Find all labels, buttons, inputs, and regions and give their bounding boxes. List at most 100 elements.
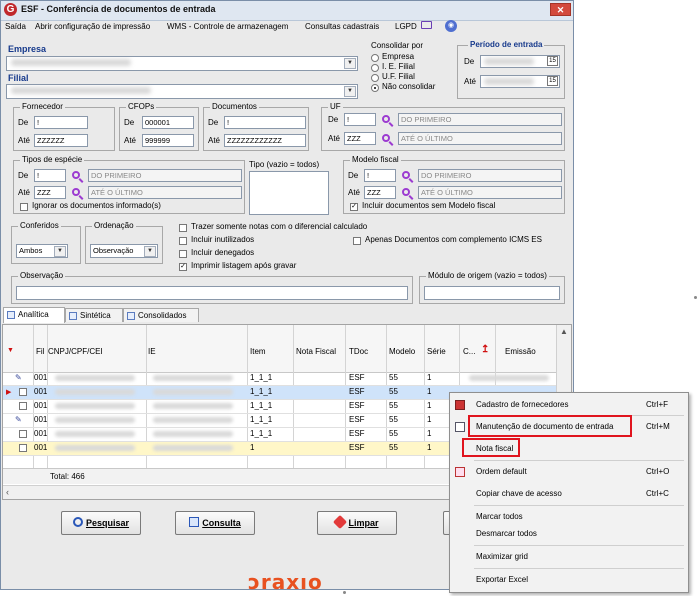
uf-de-label: De [328,115,339,124]
calendar-icon[interactable]: 15 [547,76,558,86]
col-cnpj[interactable]: CNPJ/CPF/CEI [48,347,103,356]
menu-lgpd[interactable]: LGPD [395,22,417,31]
sintetica-icon [69,312,77,320]
documentos-de-input[interactable]: ! [224,116,306,129]
periodo-de-input[interactable]: 15 [480,55,560,68]
col-nota-fiscal[interactable]: Nota Fiscal [296,347,336,356]
edge-dot [343,591,346,594]
search-icon[interactable] [72,188,80,196]
radio-ie-filial[interactable] [371,64,379,72]
search-icon[interactable] [402,188,410,196]
col-ie[interactable]: IE [148,347,156,356]
close-button[interactable]: ✕ [550,3,571,16]
tab-consolidados[interactable]: Consolidados [123,308,199,322]
row-checkbox[interactable] [19,430,27,438]
calendar-icon[interactable]: 15 [547,56,558,66]
periodo-ate-input[interactable]: 15 [480,75,560,88]
conferidos-select[interactable]: Ambos ▼ [16,244,68,258]
menu-item-desmarcar-todos[interactable]: Desmarcar todos [450,525,688,543]
search-icon[interactable] [402,171,410,179]
menu-item-exportar-excel[interactable]: Exportar Excel [450,571,688,589]
tipos-de-input[interactable]: ! [34,169,66,182]
documentos-group: Documentos De ! Até ZZZZZZZZZZZZ [203,102,309,151]
col-fil[interactable]: Fil [36,347,44,356]
tipos-ate-input[interactable]: ZZZ [34,186,66,199]
monitor-icon[interactable] [421,21,432,29]
denegados-checkbox[interactable] [179,250,187,258]
ordenacao-value: Observação [93,246,134,255]
observacao-input[interactable] [16,286,408,300]
ignorar-checkbox[interactable] [20,203,28,211]
chevron-down-icon[interactable]: ▼ [54,246,66,257]
col-modelo[interactable]: Modelo [389,347,415,356]
menu-wms[interactable]: WMS - Controle de armazenagem [167,22,288,31]
menu-item-marcar-todos[interactable]: Marcar todos [450,508,688,526]
tab-analitica-label: Analítica [18,310,49,319]
fornecedor-ate-input[interactable]: ZZZZZZ [34,134,88,147]
assistant-orb-icon[interactable]: ◉ [445,20,457,32]
scroll-up-icon[interactable]: ▲ [560,327,568,336]
menu-abrir-configuracao[interactable]: Abrir configuração de impressão [35,22,150,31]
col-serie[interactable]: Série [427,347,446,356]
diferencial-checkbox[interactable] [179,224,187,232]
inutilizados-checkbox[interactable] [179,237,187,245]
search-icon[interactable] [382,115,390,123]
menu-item-ordem-default[interactable]: Ordem default Ctrl+O [450,463,688,481]
incluir-sem-modelo-checkbox[interactable]: ✓ [350,203,358,211]
complemento-icms-label: Apenas Documentos com complemento ICMS E… [365,235,542,244]
cfops-de-input[interactable]: 000001 [142,116,194,129]
menu-item-copiar-chave[interactable]: Copiar chave de acesso Ctrl+C [450,485,688,503]
tab-analitica[interactable]: Analítica [3,307,65,323]
row-checkbox[interactable] [19,388,27,396]
empresa-select[interactable]: ▼ [6,56,358,71]
filial-select[interactable]: ▼ [6,84,358,99]
tipo-listbox[interactable] [249,171,329,215]
cell-item: 1_1_1 [250,387,273,396]
radio-empresa[interactable] [371,54,379,62]
cell-serie: 1 [427,401,432,410]
scroll-left-icon[interactable]: ‹ [6,487,9,497]
table-row[interactable]: ✎ 001 1_1_1 ESF 55 1 [3,372,556,386]
chevron-down-icon[interactable]: ▼ [144,246,156,257]
cfops-ate-input[interactable]: 999999 [142,134,194,147]
chevron-down-icon[interactable]: ▼ [344,58,356,69]
row-checkbox[interactable] [19,444,27,452]
result-tabs: Analítica Sintética Consolidados [1,307,573,323]
uf-ate-input[interactable]: ZZZ [344,132,376,145]
documentos-ate-input[interactable]: ZZZZZZZZZZZZ [224,134,306,147]
menu-consultas-cadastrais[interactable]: Consultas cadastrais [305,22,379,31]
col-tdoc[interactable]: TDoc [349,347,368,356]
col-c[interactable]: C... [463,347,475,356]
consulta-button[interactable]: Consulta [175,511,255,535]
uf-de-input[interactable]: ! [344,113,376,126]
col-item[interactable]: Item [250,347,266,356]
menu-item-maximizar-grid[interactable]: Maximizar grid [450,548,688,566]
imprimir-checkbox[interactable]: ✓ [179,263,187,271]
cell-serie: 1 [427,415,432,424]
modelo-ate-input[interactable]: ZZZ [364,186,396,199]
limpar-button[interactable]: Limpar [317,511,397,535]
col-emissao[interactable]: Emissão [505,347,536,356]
search-icon[interactable] [72,171,80,179]
menu-saida[interactable]: Saída [5,22,26,31]
pesquisar-button[interactable]: Pesquisar [61,511,141,535]
fornecedor-de-input[interactable]: ! [34,116,88,129]
modelo-de-input[interactable]: ! [364,169,396,182]
radio-nao-consolidar[interactable] [371,84,379,92]
tipos-de-label: De [18,171,29,180]
observacao-group: Observação [11,271,413,304]
menu-item-shortcut: Ctrl+F [646,400,668,409]
menu-item-cadastro-fornecedores[interactable]: Cadastro de fornecedores Ctrl+F [450,396,688,414]
chevron-down-icon[interactable]: ▼ [344,86,356,97]
sort-icon [455,467,465,477]
complemento-icms-checkbox[interactable] [353,237,361,245]
tab-sintetica[interactable]: Sintética [65,308,123,322]
cell-serie: 1 [427,443,432,452]
modulo-origem-input[interactable] [424,286,560,300]
row-checkbox[interactable] [19,402,27,410]
cell-fil: 001 [34,373,48,382]
eraser-icon [333,514,348,530]
search-icon[interactable] [382,134,390,142]
ordenacao-select[interactable]: Observação ▼ [90,244,158,258]
radio-uf-filial[interactable] [371,74,379,82]
